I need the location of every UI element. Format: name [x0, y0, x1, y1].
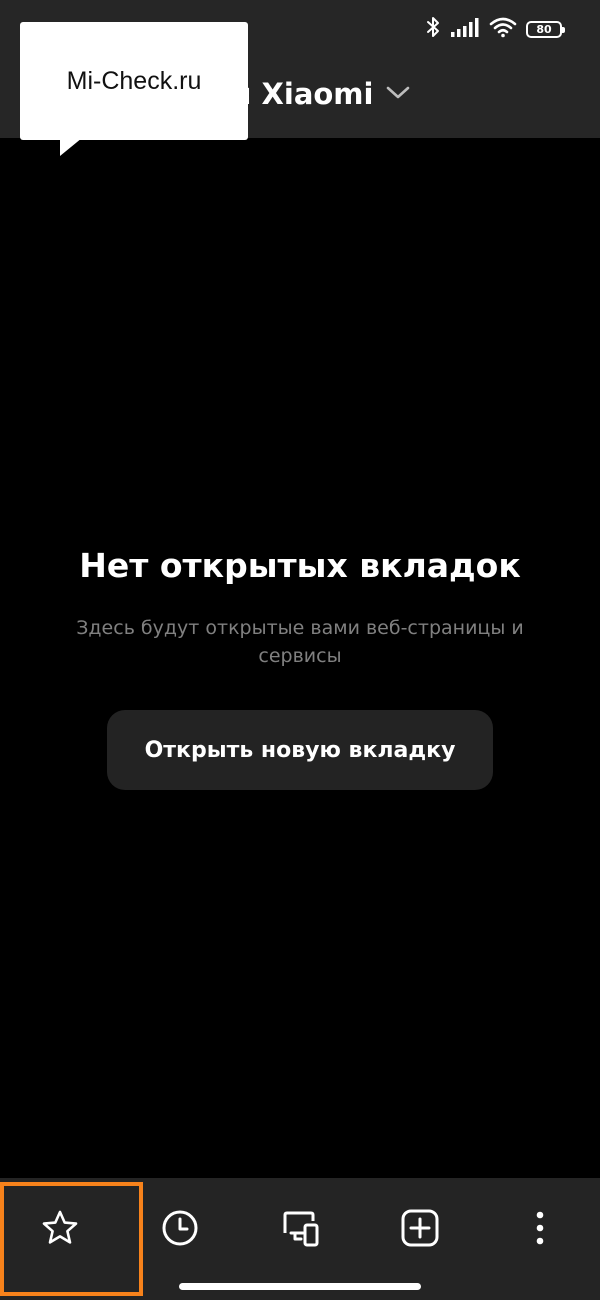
history-button[interactable] [150, 1200, 210, 1260]
open-new-tab-button[interactable]: Открыть новую вкладку [107, 710, 493, 790]
watermark-callout: Mi-Check.ru [20, 22, 248, 140]
devices-button[interactable] [270, 1200, 330, 1260]
devices-icon [279, 1207, 321, 1253]
watermark-tail [60, 138, 82, 156]
watermark-text: Mi-Check.ru [66, 66, 202, 95]
new-tab-button[interactable] [390, 1200, 450, 1260]
wifi-icon [489, 16, 517, 42]
signal-icon [450, 16, 480, 42]
bottom-toolbar [0, 1178, 600, 1300]
chevron-down-icon [385, 83, 411, 105]
new-tab-icon [399, 1207, 441, 1253]
empty-state-description: Здесь будут открытые вами веб-страницы и… [76, 617, 524, 667]
battery-level: 80 [536, 22, 552, 36]
star-icon [40, 1208, 80, 1252]
bookmarks-button[interactable] [30, 1200, 90, 1260]
more-icon [534, 1210, 546, 1250]
status-bar: 80 [425, 15, 565, 43]
empty-state: Нет открытых вкладок Здесь будут открыты… [0, 540, 600, 670]
home-indicator[interactable] [179, 1283, 421, 1290]
empty-state-title: Нет открытых вкладок [79, 546, 521, 585]
history-icon [160, 1208, 200, 1252]
more-menu-button[interactable] [510, 1200, 570, 1260]
battery-icon: 80 [526, 20, 565, 38]
bluetooth-icon [425, 15, 441, 43]
